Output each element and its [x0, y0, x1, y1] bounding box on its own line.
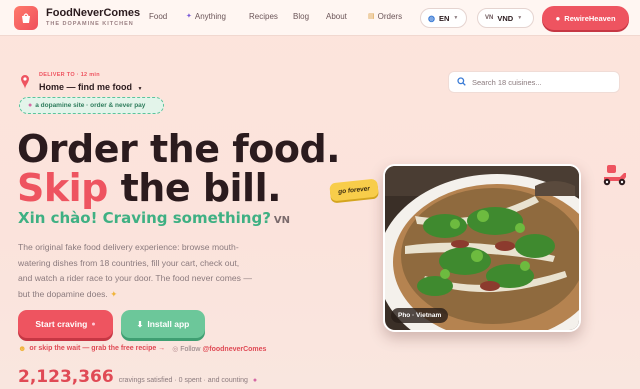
- counter: 2,123,366 cravings satisfied · 0 spent ·…: [18, 367, 257, 387]
- install-app-label: Install app: [147, 319, 190, 329]
- currency-prefix: VN: [485, 15, 494, 21]
- nav-anything-label: Anything: [194, 12, 227, 21]
- follow-link[interactable]: ◎ Follow @foodneverComes: [172, 345, 266, 353]
- dish-photo[interactable]: [383, 164, 581, 332]
- top-nav: FoodNeverComes THE DOPAMINE KITCHEN Food…: [0, 0, 640, 36]
- brand[interactable]: FoodNeverComes THE DOPAMINE KITCHEN: [46, 7, 140, 28]
- scooter-icon: [600, 163, 628, 192]
- description: The original fake food delivery experien…: [18, 240, 253, 302]
- skip-row: ☻ or skip the wait — grab the free recip…: [18, 344, 266, 353]
- deliver-to-label: DELIVER TO · 12 min: [39, 72, 100, 78]
- delivery-address-select[interactable]: Home — find me food ▼: [39, 82, 142, 92]
- chevron-down-icon: ▼: [517, 15, 523, 21]
- delivery-address: Home — find me food: [39, 82, 132, 92]
- rewire-heaven-label: RewireHeaven: [564, 13, 616, 23]
- greeting-language: VN: [273, 215, 291, 226]
- receipt-icon: ▤: [368, 13, 375, 20]
- dish-tag: Pho · Vietnam: [391, 308, 449, 323]
- search-input[interactable]: Search 18 cuisines...: [448, 71, 620, 93]
- greeting-text: Xin chào! Craving something?: [18, 209, 271, 227]
- brand-tagline: THE DOPAMINE KITCHEN: [46, 21, 134, 27]
- sparkle-icon: ✦: [186, 13, 192, 20]
- counter-number: 2,123,366: [18, 367, 114, 387]
- install-app-button[interactable]: ⬇ Install app: [121, 310, 205, 338]
- nav-orders[interactable]: ▤ Orders: [368, 12, 402, 22]
- greeting: Xin chào! Craving something? VN: [18, 209, 290, 227]
- nav-blog[interactable]: Blog: [293, 12, 309, 22]
- brain-icon: ●: [252, 377, 258, 384]
- brand-name: FoodNeverComes: [46, 7, 141, 19]
- brain-icon: ●: [555, 13, 561, 23]
- rewire-heaven-button[interactable]: ● RewireHeaven: [542, 6, 629, 30]
- sparkle-icon: ✦: [110, 288, 118, 299]
- start-craving-label: Start craving: [35, 319, 88, 329]
- headline-rest: the bill.: [107, 166, 282, 210]
- go-forever-sticker: go forever: [329, 178, 379, 202]
- language-value: EN: [438, 13, 450, 23]
- smile-icon: ☻: [18, 344, 27, 353]
- nav-recipes[interactable]: Recipes: [249, 12, 278, 22]
- nav-orders-label: Orders: [377, 12, 403, 21]
- logo-icon[interactable]: [14, 6, 38, 30]
- currency-select[interactable]: VN VND ▼: [477, 8, 534, 28]
- chevron-down-icon: ▼: [137, 86, 143, 92]
- chevron-down-icon: ▼: [453, 15, 459, 21]
- nav-food[interactable]: Food: [149, 12, 167, 22]
- search-placeholder: Search 18 cuisines...: [472, 77, 542, 87]
- dopamine-site-text: a dopamine site · order & never pay: [35, 102, 146, 109]
- dopamine-site-chip: ● a dopamine site · order & never pay: [19, 97, 164, 114]
- brain-icon: ●: [91, 320, 96, 328]
- instagram-icon: ◎: [172, 345, 179, 353]
- language-select[interactable]: ◍ EN ▼: [420, 8, 467, 28]
- currency-value: VND: [497, 13, 514, 23]
- follow-label: Follow: [180, 345, 201, 353]
- nav-about[interactable]: About: [326, 12, 347, 22]
- location-pin-icon: [20, 75, 30, 94]
- headline-skip: Skip: [17, 166, 108, 210]
- start-craving-button[interactable]: Start craving ●: [18, 310, 113, 338]
- description-text: The original fake food delivery experien…: [18, 242, 252, 299]
- social-handle: @foodneverComes: [202, 345, 267, 353]
- headline-line-2: Skip the bill.: [17, 166, 282, 210]
- download-icon: ⬇: [136, 319, 144, 329]
- free-recipe-link[interactable]: or skip the wait — grab the free recipe …: [29, 345, 165, 352]
- globe-icon: ◍: [428, 13, 435, 23]
- search-icon: [457, 76, 466, 88]
- nav-anything[interactable]: ✦ Anything: [186, 12, 226, 22]
- counter-text: cravings satisfied · 0 spent · and count…: [118, 377, 248, 384]
- headline-line-1: Order the food.: [17, 127, 341, 171]
- brain-icon: ●: [28, 102, 33, 109]
